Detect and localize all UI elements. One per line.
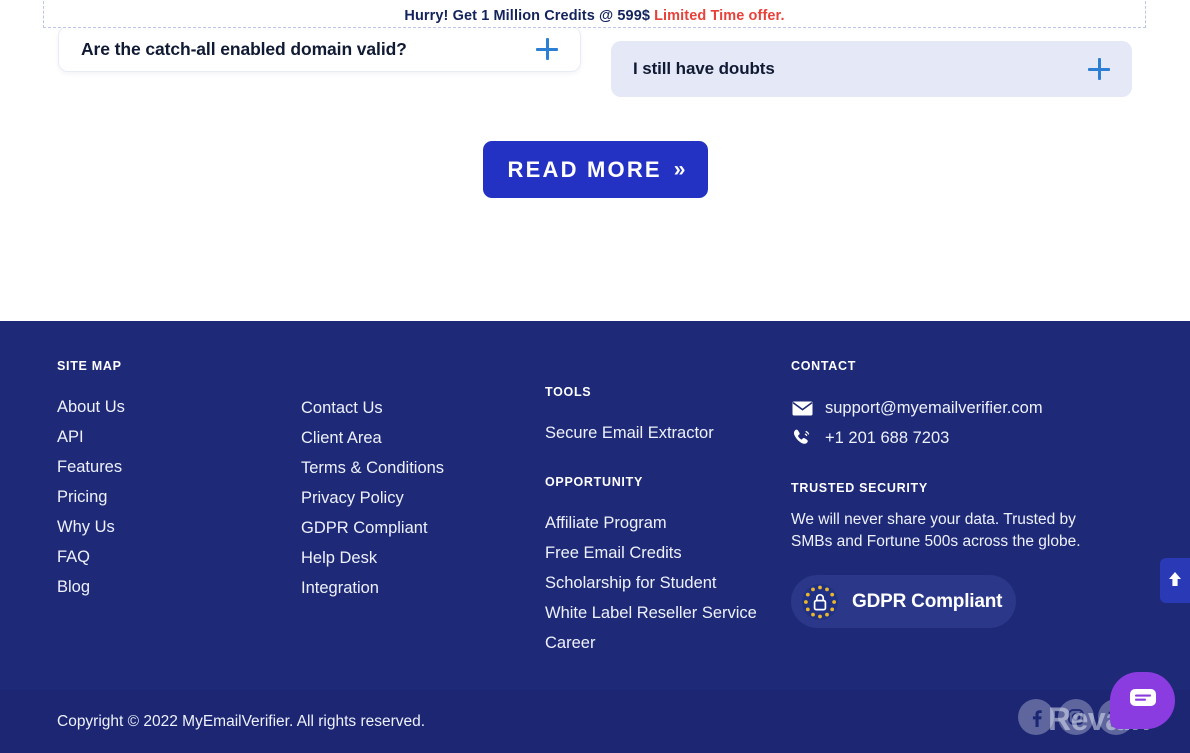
footer-link-contact-us[interactable]: Contact Us [301, 393, 444, 423]
footer-link-career[interactable]: Career [545, 628, 757, 658]
footer-column-secondary: Contact Us Client Area Terms & Condition… [301, 393, 444, 603]
footer-link-secure-email-extractor[interactable]: Secure Email Extractor [545, 418, 757, 448]
footer-link-api[interactable]: API [57, 422, 125, 452]
contact-email-text: support@myemailverifier.com [825, 399, 1043, 417]
footer-heading-opportunity: OPPORTUNITY [545, 475, 643, 489]
envelope-icon [791, 397, 813, 419]
copyright-text: Copyright © 2022 MyEmailVerifier. All ri… [57, 712, 426, 730]
plus-icon[interactable] [536, 38, 558, 60]
page-root: Hurry! Get 1 Million Credits @ 599$ Limit… [0, 0, 1190, 753]
phone-icon [791, 427, 813, 449]
footer-link-faq[interactable]: FAQ [57, 542, 125, 572]
instagram-icon[interactable] [1058, 699, 1094, 735]
footer-link-pricing[interactable]: Pricing [57, 482, 125, 512]
chat-widget-button[interactable] [1110, 672, 1175, 729]
gdpr-compliant-badge[interactable]: GDPR Compliant [791, 575, 1016, 628]
footer-bottom-bar: Copyright © 2022 MyEmailVerifier. All ri… [0, 690, 1190, 753]
footer-heading-trusted-security: TRUSTED SECURITY [791, 481, 928, 495]
faq-item-doubts[interactable]: I still have doubts [611, 41, 1132, 97]
footer-columns: SITE MAP About Us API Features Pricing W… [0, 321, 1190, 690]
faq-item-catch-all[interactable]: Are the catch-all enabled domain valid? [58, 26, 581, 72]
gdpr-lock-stars-icon [800, 582, 840, 622]
promo-main-text: Hurry! Get 1 Million Credits @ 599$ [404, 8, 651, 24]
footer-link-why-us[interactable]: Why Us [57, 512, 125, 542]
promo-banner: Hurry! Get 1 Million Credits @ 599$ Limit… [43, 0, 1146, 28]
footer-link-terms-conditions[interactable]: Terms & Conditions [301, 453, 444, 483]
faq-question: I still have doubts [633, 59, 775, 78]
faq-question: Are the catch-all enabled domain valid? [81, 38, 407, 59]
footer-column-sitemap: SITE MAP About Us API Features Pricing W… [57, 359, 125, 602]
footer-link-about-us[interactable]: About Us [57, 392, 125, 422]
contact-email[interactable]: support@myemailverifier.com [791, 393, 1111, 423]
footer-link-scholarship-for-student[interactable]: Scholarship for Student [545, 568, 757, 598]
footer-link-free-email-credits[interactable]: Free Email Credits [545, 538, 757, 568]
footer-link-affiliate-program[interactable]: Affiliate Program [545, 508, 757, 538]
footer-link-privacy-policy[interactable]: Privacy Policy [301, 483, 444, 513]
footer-heading-contact: CONTACT [791, 359, 857, 373]
gdpr-badge-label: GDPR Compliant [852, 590, 1003, 612]
chevron-right-double-icon: » [673, 158, 686, 181]
footer-link-blog[interactable]: Blog [57, 572, 125, 602]
trusted-security-text: We will never share your data. Trusted b… [791, 511, 1081, 550]
promo-highlight-text: Limited Time offer. [654, 8, 785, 24]
footer-link-gdpr-compliant[interactable]: GDPR Compliant [301, 513, 444, 543]
footer-heading-tools: TOOLS [545, 385, 592, 399]
footer-column-tools-opportunity: TOOLS Secure Email Extractor OPPORTUNITY… [545, 385, 757, 658]
footer-link-white-label-reseller-service[interactable]: White Label Reseller Service [545, 598, 757, 628]
footer-column-contact: CONTACT support@myemailverifier.com +1 2… [791, 359, 1111, 628]
plus-icon[interactable] [1088, 58, 1110, 80]
footer-link-client-area[interactable]: Client Area [301, 423, 444, 453]
scroll-to-top-button[interactable] [1160, 558, 1190, 603]
footer-link-integration[interactable]: Integration [301, 573, 444, 603]
site-footer: SITE MAP About Us API Features Pricing W… [0, 321, 1190, 753]
chat-bubble-icon [1128, 686, 1158, 715]
footer-heading-sitemap: SITE MAP [57, 359, 122, 373]
footer-link-features[interactable]: Features [57, 452, 125, 482]
read-more-label: READ MORE [507, 156, 662, 182]
read-more-button[interactable]: READ MORE » [483, 141, 708, 198]
arrow-up-icon [1168, 571, 1182, 590]
contact-phone-text: +1 201 688 7203 [825, 429, 950, 447]
contact-phone[interactable]: +1 201 688 7203 [791, 423, 1111, 453]
facebook-icon[interactable] [1018, 699, 1054, 735]
promo-banner-text: Hurry! Get 1 Million Credits @ 599$ Limit… [404, 8, 784, 24]
footer-link-help-desk[interactable]: Help Desk [301, 543, 444, 573]
